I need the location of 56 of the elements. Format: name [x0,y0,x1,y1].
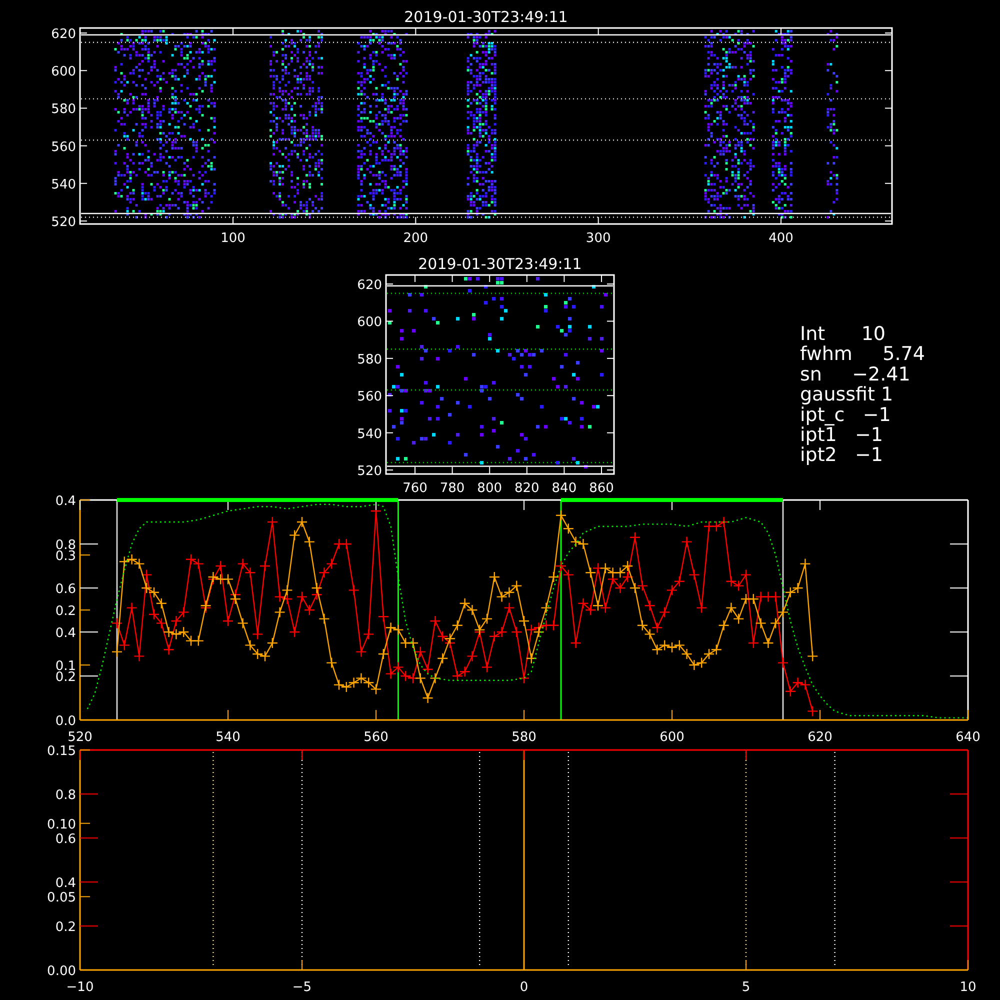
axis-tick-label: 5 [742,980,750,995]
axis-tick-label: 620 [51,27,76,42]
axis-tick-label: 0.4 [55,626,76,641]
axis-tick-label: 760 [402,481,428,496]
axis-tick-label: 0.15 [47,744,76,759]
axis-tick-label: −5 [292,980,312,995]
axis-tick-label: 540 [357,426,382,442]
fit-stat-text: ipt2 −1 [800,444,884,466]
axis-tick-label: 780 [440,481,465,496]
axis-tick-label: 600 [660,730,684,745]
axis-tick-label: 860 [589,481,614,496]
axis-tick-label: 560 [357,390,382,405]
axis-tick-label: 0.4 [55,876,76,891]
axis-tick-label: 400 [768,231,794,246]
fit-stat-text: gaussfit 1 [800,384,894,406]
axis-tick-label: 200 [403,231,428,246]
axis-tick-label: 580 [51,102,76,118]
axis-tick-label: 100 [220,231,246,246]
axis-tick-label: 520 [51,215,76,230]
axis-tick-label: 800 [477,481,502,496]
fit-stat-text: ipt1 −1 [800,424,884,446]
axis-tick-label: 0.0 [55,714,76,729]
fit-stat-text: Int 10 [800,323,886,345]
axis-tick-label: 520 [68,730,92,745]
axis-tick-label: 520 [357,464,382,479]
axis-tick-label: 0.10 [47,817,76,832]
axis-tick-label: 0.8 [55,788,76,803]
axis-tick-label: −10 [66,980,94,995]
axis-tick-label: 820 [514,481,540,496]
axis-tick-label: 0.2 [55,920,76,935]
fit-stat-text: fwhm 5.74 [800,343,925,366]
fit-stat-text: sn −2.41 [800,363,910,386]
axis-tick-label: 840 [552,481,577,496]
axis-tick-label: 0.00 [47,964,76,979]
axis-tick-label: 580 [512,730,536,745]
axis-tick-label: 0.2 [55,604,76,619]
axis-tick-label: 0.4 [55,494,76,509]
axis-tick-label: 620 [808,730,832,745]
axis-tick-label: 560 [364,730,388,745]
axis-tick-label: 540 [51,177,76,192]
plot-title: 2019-01-30T23:49:11 [404,8,568,26]
axis-tick-label: 640 [956,730,980,745]
axis-tick-label: 0.6 [55,582,76,597]
plot-title: 2019-01-30T23:49:11 [418,255,582,273]
axis-tick-label: 10 [960,980,976,995]
axis-tick-label: 600 [357,315,382,330]
axis-tick-label: 580 [357,352,382,368]
axis-tick-label: 600 [51,64,76,80]
axis-tick-label: 0.05 [47,890,76,906]
axis-tick-label: 0.6 [55,832,76,847]
axis-tick-label: 300 [586,231,611,246]
axis-tick-label: 560 [51,140,76,155]
fit-stat-text: ipt_c −1 [800,404,891,426]
axis-tick-label: 0 [520,980,528,995]
axis-tick-label: 620 [357,278,382,293]
axis-tick-label: 540 [216,730,240,745]
